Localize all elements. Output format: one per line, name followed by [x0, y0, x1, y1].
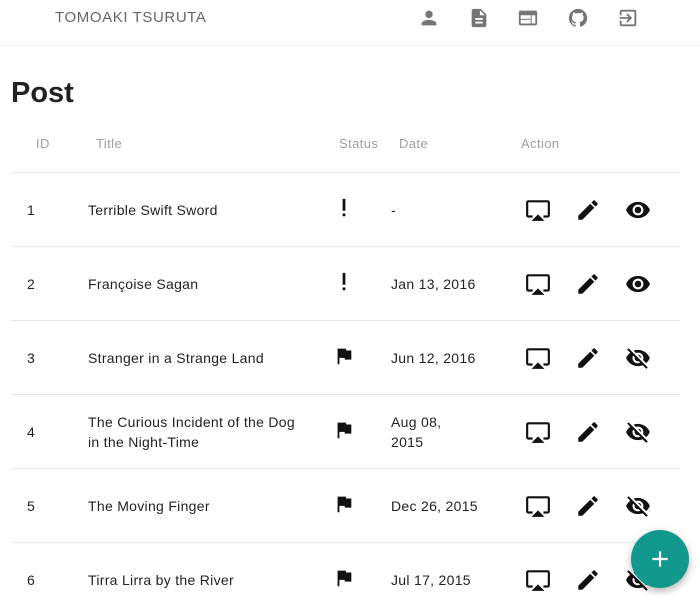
row-title: Tirra Lirra by the River — [88, 572, 234, 588]
row-title: Stranger in a Strange Land — [88, 350, 264, 366]
exclamation-icon — [333, 247, 357, 321]
table-row[interactable]: 2 Françoise Sagan Jan 13, 2016 — [11, 246, 680, 320]
column-header-title: Title — [96, 136, 123, 151]
cast-icon[interactable] — [525, 271, 551, 297]
cast-icon[interactable] — [525, 345, 551, 371]
row-title: The Curious Incident of the Dog in the N… — [88, 414, 295, 450]
table-row[interactable]: 3 Stranger in a Strange Land Jun 12, 201… — [11, 320, 680, 394]
row-id: 4 — [27, 424, 36, 440]
add-icon — [652, 551, 668, 567]
visibility-off-icon[interactable] — [625, 419, 651, 445]
row-title: Terrible Swift Sword — [88, 202, 218, 218]
edit-icon[interactable] — [575, 197, 601, 223]
row-id: 3 — [27, 350, 36, 366]
column-header-status: Status — [339, 136, 379, 151]
visibility-icon[interactable] — [625, 271, 651, 297]
cast-icon[interactable] — [525, 493, 551, 519]
table-header: ID Title Status Date Action — [11, 130, 680, 160]
top-app-bar: TOMOAKI TSURUTA — [0, 0, 700, 46]
flag-icon — [333, 395, 357, 469]
row-date: Dec 26, 2015 — [391, 498, 478, 514]
row-title: The Moving Finger — [88, 498, 210, 514]
table-row[interactable]: 4 The Curious Incident of the Dog in the… — [11, 394, 680, 468]
web-icon[interactable] — [517, 7, 541, 31]
row-id: 1 — [27, 202, 36, 218]
cast-icon[interactable] — [525, 567, 551, 593]
document-icon[interactable] — [468, 7, 492, 31]
row-actions — [519, 321, 669, 395]
row-actions — [519, 173, 669, 247]
cast-icon[interactable] — [525, 419, 551, 445]
row-actions — [519, 247, 669, 321]
row-date: Jul 17, 2015 — [391, 572, 471, 588]
person-icon[interactable] — [418, 7, 442, 31]
edit-icon[interactable] — [575, 493, 601, 519]
flag-icon — [333, 321, 357, 395]
page-title: Post — [11, 77, 74, 109]
table-row[interactable]: 1 Terrible Swift Sword - — [11, 172, 680, 246]
exit-icon[interactable] — [617, 7, 641, 31]
visibility-off-icon[interactable] — [625, 345, 651, 371]
table-row[interactable]: 5 The Moving Finger Dec 26, 2015 — [11, 468, 680, 542]
flag-icon — [333, 469, 357, 543]
visibility-off-icon[interactable] — [625, 493, 651, 519]
github-icon[interactable] — [567, 7, 591, 31]
row-id: 6 — [27, 572, 36, 588]
edit-icon[interactable] — [575, 271, 601, 297]
edit-icon[interactable] — [575, 419, 601, 445]
row-id: 2 — [27, 276, 36, 292]
row-actions — [519, 395, 669, 469]
row-title: Françoise Sagan — [88, 276, 199, 292]
edit-icon[interactable] — [575, 345, 601, 371]
cast-icon[interactable] — [525, 197, 551, 223]
flag-icon — [333, 543, 357, 611]
column-header-action: Action — [521, 136, 560, 151]
exclamation-icon — [333, 173, 357, 247]
table-row[interactable]: 6 Tirra Lirra by the River Jul 17, 2015 — [11, 542, 680, 611]
row-date: Jan 13, 2016 — [391, 276, 476, 292]
row-date: Aug 08, 2015 — [391, 414, 442, 450]
nav-icon-group — [0, 7, 700, 31]
column-header-date: Date — [399, 136, 429, 151]
row-date: Jun 12, 2016 — [391, 350, 476, 366]
row-date: - — [391, 202, 396, 218]
add-post-fab[interactable] — [631, 530, 689, 588]
visibility-icon[interactable] — [625, 197, 651, 223]
edit-icon[interactable] — [575, 567, 601, 593]
row-id: 5 — [27, 498, 36, 514]
column-header-id: ID — [36, 136, 50, 151]
